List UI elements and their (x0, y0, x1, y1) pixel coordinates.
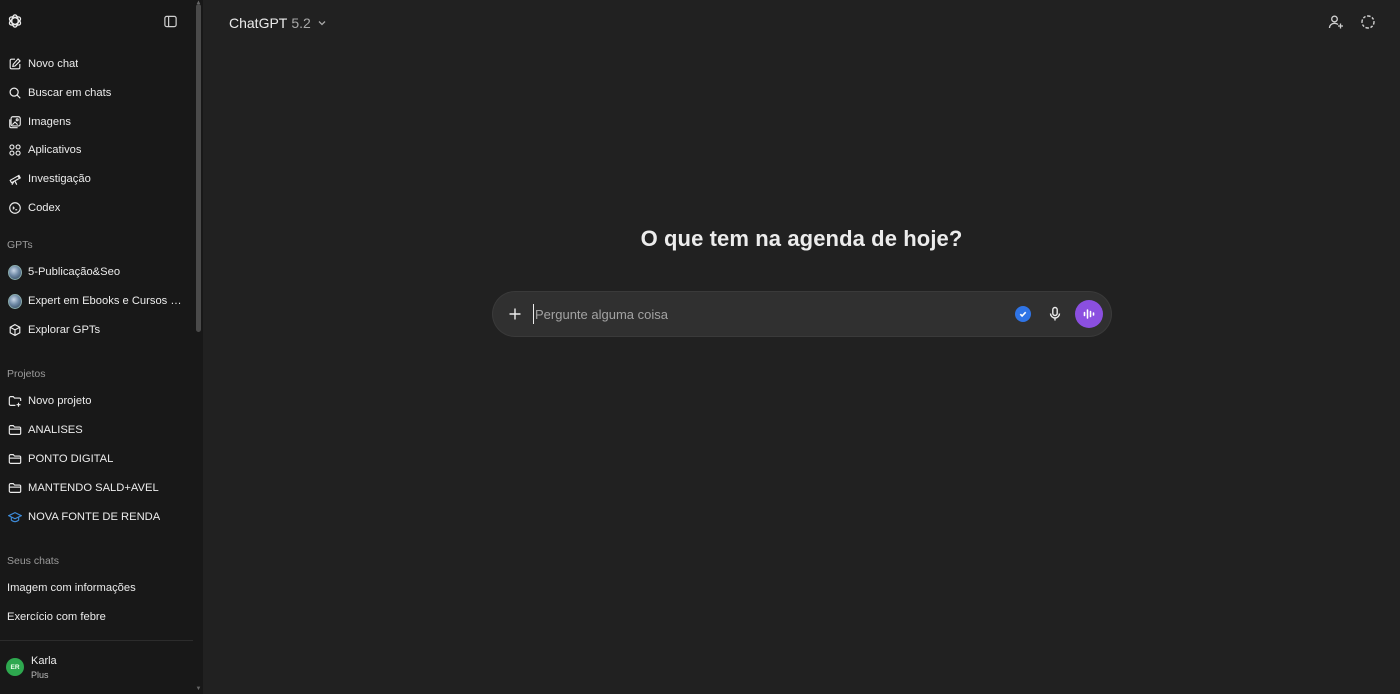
sidebar-item-label: Imagens (28, 116, 71, 128)
sidebar-item-label: Novo chat (28, 58, 79, 70)
sidebar-item-label: Novo projeto (28, 395, 92, 407)
sidebar-item-label: Investigação (28, 173, 91, 185)
chatgpt-app: Novo chat Buscar em chats Imagens Aplica… (0, 0, 1400, 694)
sidebar-item-label: Exercício com febre (7, 611, 106, 623)
sidebar-item-label: 5-Publicação&Seo (28, 266, 121, 278)
model-selector[interactable]: ChatGPT 5.2 (229, 14, 327, 32)
gpt-avatar (8, 293, 22, 309)
add-attachment-plus-icon[interactable] (507, 306, 523, 322)
sidebar-item-project-nova-fonte-de-renda[interactable]: NOVA FONTE DE RENDA (0, 503, 193, 531)
temporary-chat-icon[interactable] (1360, 14, 1376, 30)
sidebar-item-chat[interactable]: Exercício com febre (0, 603, 193, 631)
sidebar-item-novo-projeto[interactable]: Novo projeto (0, 387, 193, 415)
sidebar-item-project-analises[interactable]: ANALISES (0, 416, 193, 444)
sidebar-item-project-ponto-digital[interactable]: PONTO DIGITAL (0, 445, 193, 473)
sidebar-item-novo-chat[interactable]: Novo chat (0, 50, 193, 78)
cube-icon (8, 323, 22, 337)
openai-logo-icon[interactable] (6, 12, 24, 30)
sidebar-item-imagens[interactable]: Imagens (0, 108, 193, 136)
microphone-icon[interactable] (1047, 306, 1063, 322)
gpt-avatar (8, 264, 22, 280)
folder-plus-icon (8, 394, 22, 408)
user-profile-button[interactable]: ER Karla Plus (0, 650, 193, 686)
sidebar-item-aplicativos[interactable]: Aplicativos (0, 136, 193, 164)
add-people-icon[interactable] (1328, 14, 1344, 30)
telescope-icon (8, 172, 22, 186)
chats-section-title: Seus chats (7, 555, 59, 567)
sidebar-item-label: Aplicativos (28, 144, 82, 156)
sidebar-divider (0, 640, 193, 641)
graduation-cap-icon (8, 510, 22, 524)
sidebar-item-label: Expert em Ebooks e Cursos e... (28, 295, 183, 307)
sidebar-item-chat[interactable]: Imagem com informações (0, 574, 193, 602)
sidebar-header (0, 0, 193, 44)
sidebar-item-investigacao[interactable]: Investigação (0, 165, 193, 193)
model-name: ChatGPT (229, 15, 288, 31)
sidebar-item-gpt-publicacao[interactable]: 5-Publicação&Seo (0, 258, 193, 286)
main-area: ChatGPT 5.2 O que tem na agenda de hoje? (203, 0, 1400, 694)
sidebar-item-label: PONTO DIGITAL (28, 453, 114, 465)
avatar: ER (6, 658, 24, 676)
sidebar-item-project-mantendo-saldavel[interactable]: MANTENDO SALD+AVEL (0, 474, 193, 502)
sidebar-item-label: NOVA FONTE DE RENDA (28, 511, 161, 523)
search-icon (8, 86, 22, 100)
sound-wave-icon (1083, 309, 1095, 319)
user-name: Karla (31, 655, 57, 667)
sidebar-item-label: MANTENDO SALD+AVEL (28, 482, 159, 494)
page-title: O que tem na agenda de hoje? (640, 226, 963, 251)
composer (493, 292, 1111, 336)
sidebar-item-label: Explorar GPTs (28, 324, 101, 336)
sidebar-item-label: Codex (28, 202, 61, 214)
sidebar-item-label: Imagem com informações (7, 582, 136, 594)
apps-grid-icon (8, 143, 22, 157)
gpts-section-title: GPTs (7, 239, 33, 251)
sidebar-scrollbar[interactable] (196, 4, 201, 332)
folder-icon (8, 423, 22, 437)
scroll-down-arrow-icon[interactable]: ▼ (195, 686, 202, 692)
projects-section-title: Projetos (7, 368, 46, 380)
edit-icon (8, 57, 22, 71)
sidebar: Novo chat Buscar em chats Imagens Aplica… (0, 0, 203, 694)
model-version: 5.2 (291, 15, 311, 31)
toggle-sidebar-icon[interactable] (163, 14, 178, 29)
user-plan: Plus (31, 670, 49, 680)
images-icon (8, 115, 22, 129)
voice-mode-button[interactable] (1075, 300, 1103, 328)
sidebar-item-explorar-gpts[interactable]: Explorar GPTs (0, 316, 193, 344)
folder-icon (8, 481, 22, 495)
sidebar-item-codex[interactable]: Codex (0, 194, 193, 222)
chevron-down-icon (318, 21, 326, 26)
folder-icon (8, 452, 22, 466)
codex-icon (8, 201, 22, 215)
prompt-input[interactable] (533, 304, 993, 324)
sidebar-item-label: ANALISES (28, 424, 83, 436)
sidebar-item-label: Buscar em chats (28, 87, 112, 99)
verified-check-icon[interactable] (1015, 306, 1031, 322)
sidebar-item-gpt-expert-ebooks[interactable]: Expert em Ebooks e Cursos e... (0, 287, 193, 315)
sidebar-item-buscar-em-chats[interactable]: Buscar em chats (0, 79, 193, 107)
